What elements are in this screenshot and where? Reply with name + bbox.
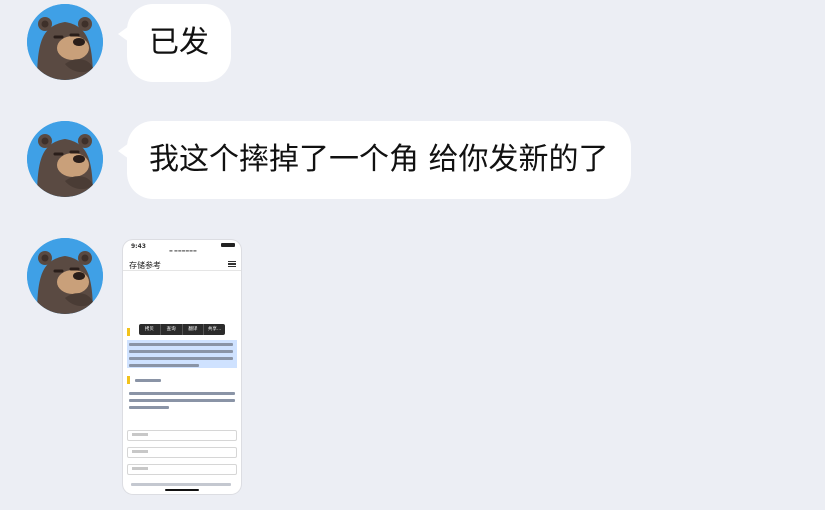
form-field [127,447,237,458]
url-bar: ▬ ▬▬▬▬▬▬ [169,248,197,253]
text-line [129,350,233,353]
text-line [129,364,199,367]
section-marker [127,376,130,384]
bear-avatar-icon[interactable] [27,4,103,80]
page-title: 存储参考 [129,261,161,270]
message-text: 已发 [149,25,209,60]
battery-icon [221,243,235,247]
text-line [129,357,233,360]
status-bar: 9:43 ▬ ▬▬▬▬▬▬ [123,240,241,254]
status-time: 9:43 [131,243,146,250]
bear-avatar-icon[interactable] [27,121,103,197]
context-menu-item: 翻译 [183,324,205,335]
context-menu-item: 查询 [161,324,183,335]
context-menu-item: 拷贝 [139,324,161,335]
home-indicator [165,489,199,491]
menu-icon [228,261,236,267]
message-text: 我这个摔掉了一个角 给你发新的了 [149,142,609,177]
image-message[interactable]: 9:43 ▬ ▬▬▬▬▬▬ 存储参考 拷贝 查询 翻译 共享… [123,240,241,494]
context-menu-item: 共享… [207,327,222,332]
message-bubble[interactable]: 我这个摔掉了一个角 给你发新的了 [118,121,631,199]
section-marker [127,328,130,336]
text-line [129,392,235,395]
text-line [135,379,161,382]
context-menu: 拷贝 查询 翻译 共享… [139,324,225,335]
message-bubble[interactable]: 已发 [118,4,231,82]
text-line [129,399,235,402]
page-header: 存储参考 [123,256,241,271]
bear-avatar-icon[interactable] [27,238,103,314]
text-line [129,406,169,409]
form-field [127,430,237,441]
form-field [127,464,237,475]
text-line [129,343,233,346]
text-line [131,483,231,486]
